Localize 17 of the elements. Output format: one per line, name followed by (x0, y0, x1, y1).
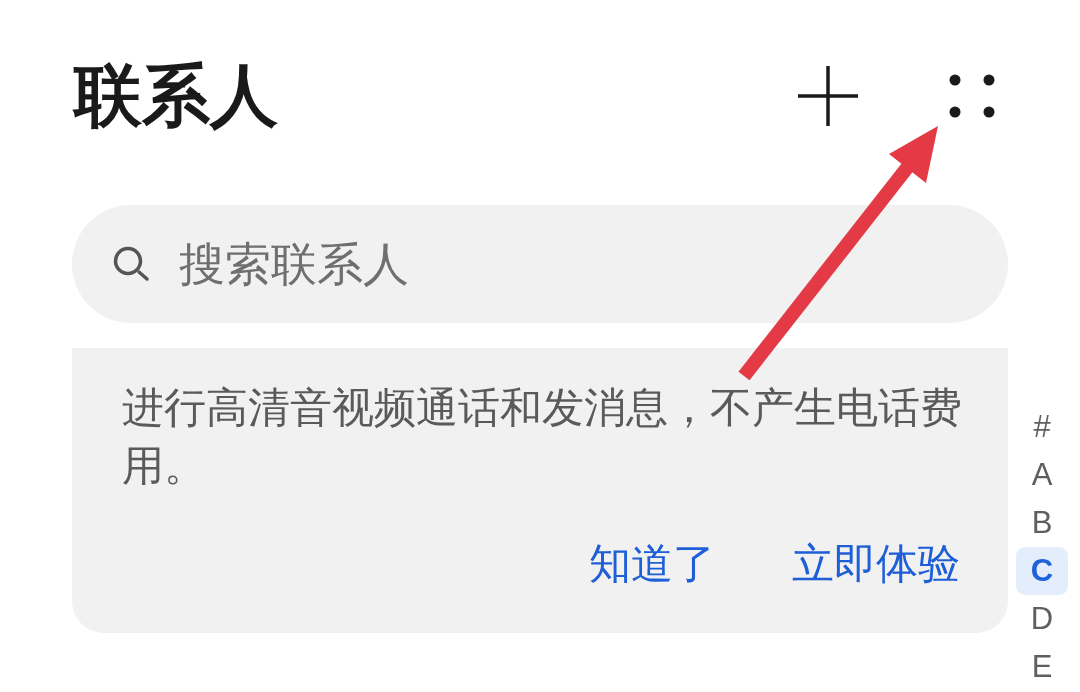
index-letter[interactable]: E (1016, 643, 1068, 691)
index-letter[interactable]: # (1016, 403, 1068, 451)
more-menu-button[interactable] (949, 74, 995, 118)
promo-text: 进行高清音视频通话和发消息，不产生电话费用。 (122, 383, 963, 491)
search-input[interactable]: 搜索联系人 (179, 236, 419, 292)
plus-icon (798, 66, 858, 126)
page-title: 联系人 (72, 56, 278, 136)
search-bar[interactable]: 搜索联系人 (72, 205, 1008, 323)
index-letter[interactable]: A (1016, 451, 1068, 499)
action-button[interactable]: 知道了 (589, 535, 715, 593)
index-letter[interactable]: D (1016, 595, 1068, 643)
action-button[interactable]: 立即体验 (792, 535, 960, 593)
index-letter[interactable]: C (1016, 547, 1068, 595)
index-letter[interactable]: B (1016, 499, 1068, 547)
four-dots-icon (949, 74, 995, 118)
add-button[interactable] (798, 66, 858, 126)
search-icon (113, 246, 151, 282)
